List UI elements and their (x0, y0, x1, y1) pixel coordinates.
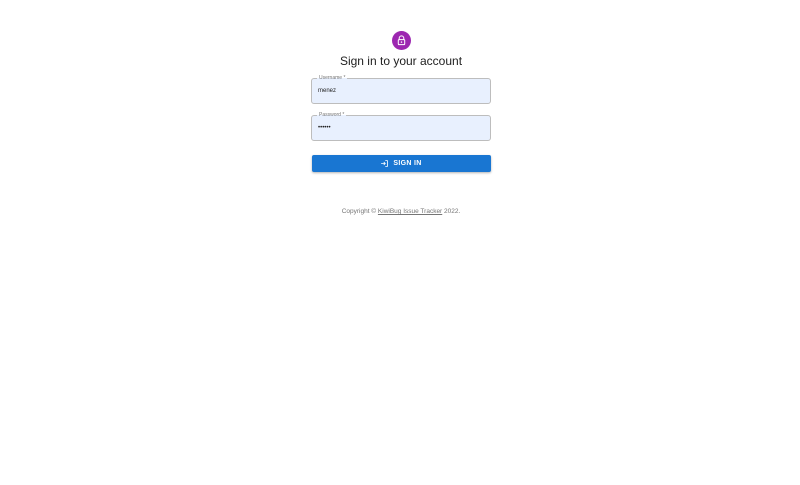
sign-in-label: SIGN IN (393, 160, 422, 167)
username-field[interactable]: Username * (311, 74, 491, 104)
sign-in-form: Sign in to your account Username * Passw… (311, 31, 491, 215)
password-input[interactable] (318, 123, 478, 133)
copyright: Copyright © KiwiBug Issue Tracker 2022. (342, 208, 461, 215)
username-label: Username * (317, 74, 348, 82)
login-icon (381, 160, 389, 167)
password-field[interactable]: Password * (311, 111, 491, 141)
sign-in-button[interactable]: SIGN IN (311, 155, 491, 172)
login-page: Sign in to your account Username * Passw… (0, 0, 800, 485)
copyright-prefix: Copyright © (341, 208, 378, 215)
password-label: Password * (317, 111, 347, 119)
avatar (391, 31, 411, 50)
copyright-link[interactable]: KiwiBug Issue Tracker (378, 208, 442, 215)
copyright-suffix: 2022. (442, 208, 461, 215)
page-title: Sign in to your account (339, 54, 463, 68)
lock-icon (397, 35, 405, 46)
username-input[interactable] (318, 86, 478, 96)
